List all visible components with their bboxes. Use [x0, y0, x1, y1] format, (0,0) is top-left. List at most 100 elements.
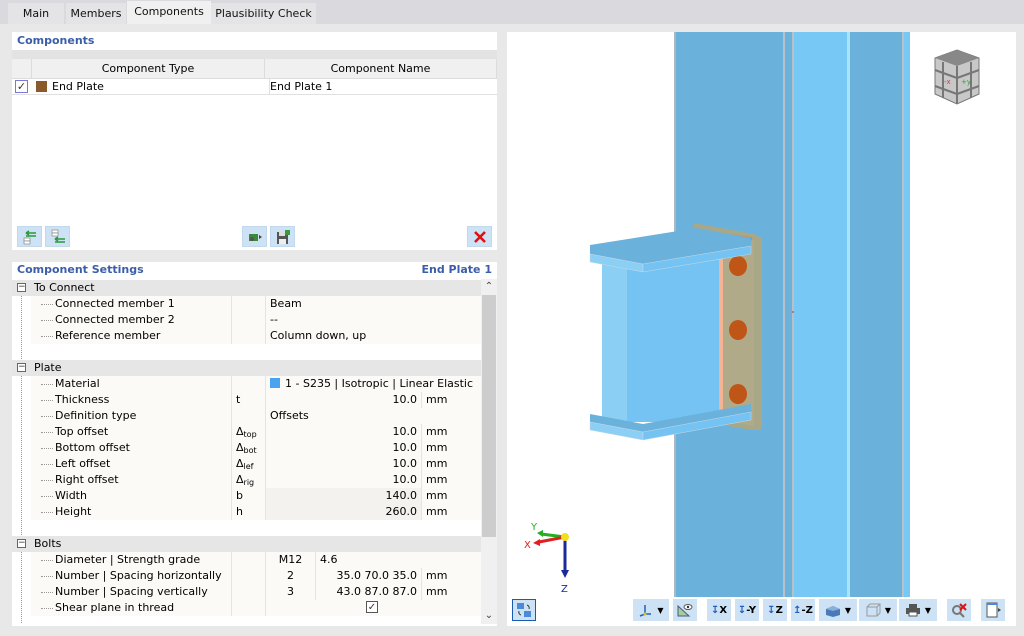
property-value[interactable]: Column down, up: [265, 328, 481, 344]
print-button[interactable]: ▼: [899, 599, 937, 621]
property-definition-type[interactable]: Definition type Offsets: [31, 408, 481, 424]
property-value[interactable]: 10.0: [265, 424, 418, 440]
tab-main[interactable]: Main: [8, 3, 64, 24]
component-name[interactable]: End Plate 1: [269, 79, 332, 95]
axis-display-button[interactable]: ▼: [633, 599, 669, 621]
collapse-icon[interactable]: −: [17, 363, 26, 372]
save-component-button[interactable]: [270, 226, 295, 247]
property-thickness[interactable]: Thickness t 10.0 mm: [31, 392, 481, 408]
group-plate[interactable]: − Plate: [12, 360, 481, 376]
material-color-swatch: [270, 378, 280, 388]
insert-before-icon: [23, 229, 36, 244]
group-label: Plate: [34, 361, 62, 374]
axis-display-icon: [640, 605, 652, 617]
reset-view-icon: [952, 603, 967, 618]
3d-viewport[interactable]: -x +y Y X Z ▼ ↧ X ↧ -Y ↧ Z ↥ -Z ▼ ▼ ▼: [507, 32, 1016, 626]
property-height[interactable]: Height h 260.0 mm: [31, 504, 481, 520]
property-value[interactable]: Beam: [265, 296, 481, 312]
property-spacing-vertical[interactable]: Number | Spacing vertically 3 43.0 87.0 87…: [31, 584, 481, 616]
property-material[interactable]: Material 1 - S235 | Isotropic | Linear El…: [31, 376, 481, 392]
view-minus-y-button[interactable]: ↧ -Y: [735, 599, 759, 621]
scroll-up-icon[interactable]: ⌃: [481, 279, 497, 295]
property-value[interactable]: 10.0: [265, 456, 418, 472]
property-value[interactable]: 10.0: [265, 440, 418, 456]
property-value[interactable]: --: [265, 312, 481, 328]
insert-after-button[interactable]: [45, 226, 70, 247]
reset-view-button[interactable]: [947, 599, 971, 621]
component-type: End Plate: [52, 80, 104, 93]
view-settings-button[interactable]: [673, 599, 697, 621]
settings-scrollbar[interactable]: ⌃ ⌄: [481, 279, 497, 624]
tab-members[interactable]: Members: [66, 3, 126, 24]
property-value[interactable]: Offsets: [265, 408, 481, 424]
group-label: To Connect: [34, 281, 95, 294]
transparency-button[interactable]: ▼: [859, 599, 897, 621]
x-axis-label: X: [524, 540, 531, 551]
bolt-count-vertical[interactable]: 3: [265, 584, 315, 600]
property-diameter-grade[interactable]: Diameter | Strength grade M12 4.6: [31, 552, 481, 568]
row-checkbox[interactable]: ✓: [15, 80, 28, 93]
bolt-strength-grade[interactable]: 4.6: [315, 552, 481, 568]
collapse-icon[interactable]: −: [17, 539, 26, 548]
settings-current-component: End Plate 1: [421, 263, 492, 276]
bolt: [729, 256, 747, 276]
property-right-offset[interactable]: Right offset Δrig 10.0 mm: [31, 472, 481, 488]
panel-toggle-button[interactable]: [981, 599, 1005, 621]
property-bottom-offset[interactable]: Bottom offset Δbot 10.0 mm: [31, 440, 481, 456]
column-header-name[interactable]: Component Name: [265, 59, 497, 79]
render-mode-button[interactable]: ▼: [819, 599, 857, 621]
bolt-diameter[interactable]: M12: [265, 552, 315, 568]
delete-component-button[interactable]: [467, 226, 492, 247]
tab-components[interactable]: Components: [127, 1, 211, 24]
view-sync-icon: [517, 603, 531, 617]
property-top-offset[interactable]: Top offset Δtop 10.0 mm: [31, 424, 481, 440]
property-value: 140.0: [385, 489, 418, 502]
component-color-swatch: [36, 81, 47, 92]
dropdown-arrow-icon: ▼: [844, 605, 852, 615]
view-minus-z-button[interactable]: ↥ -Z: [791, 599, 815, 621]
insert-before-button[interactable]: [17, 226, 42, 247]
settings-tree: − To Connect Connected member 1 Beam Conn…: [12, 279, 481, 624]
property-value[interactable]: 10.0: [265, 472, 418, 488]
property-shear-plane-thread[interactable]: Shear plane in thread ✓: [31, 600, 481, 616]
scrollbar-thumb[interactable]: [482, 295, 496, 537]
insert-after-icon: [51, 229, 65, 243]
dropdown-arrow-icon: ▼: [657, 605, 664, 615]
render-mode-icon: [825, 606, 840, 617]
property-reference-member[interactable]: Reference member Column down, up: [31, 328, 481, 344]
svg-text:-x: -x: [944, 78, 951, 86]
components-title: Components: [17, 34, 95, 47]
view-z-button[interactable]: ↧ Z: [763, 599, 787, 621]
bolt-spacing-horizontal[interactable]: 35.0 70.0 35.0: [315, 568, 417, 584]
bolt: [729, 384, 747, 404]
property-value[interactable]: 10.0: [265, 392, 418, 408]
property-left-offset[interactable]: Left offset Δlef 10.0 mm: [31, 456, 481, 472]
view-sync-button[interactable]: [512, 599, 536, 621]
collapse-icon[interactable]: −: [17, 283, 26, 292]
transparency-icon: [866, 603, 881, 617]
property-value[interactable]: 1 - S235 | Isotropic | Linear Elastic: [285, 377, 473, 390]
bolt-count-horizontal[interactable]: 2: [265, 568, 315, 584]
grid-group-header: [12, 50, 497, 59]
group-bolts[interactable]: − Bolts: [12, 536, 481, 552]
scroll-down-icon[interactable]: ⌄: [481, 608, 497, 624]
tab-plausibility-check[interactable]: Plausibility Check: [211, 3, 316, 24]
view-z-icon: ↧: [767, 604, 776, 616]
export-component-button[interactable]: [242, 226, 267, 247]
property-value: 260.0: [385, 505, 418, 518]
bolt: [729, 320, 747, 340]
settings-title: Component Settings: [17, 263, 144, 276]
view-x-button[interactable]: ↧ X: [707, 599, 731, 621]
property-connected-member-2[interactable]: Connected member 2 --: [31, 312, 481, 328]
property-connected-member-1[interactable]: Connected member 1 Beam: [31, 296, 481, 312]
column-flange: [794, 32, 850, 597]
svg-text:+y: +y: [961, 78, 971, 86]
shear-plane-checkbox[interactable]: ✓: [366, 601, 378, 613]
column-header-type[interactable]: Component Type: [32, 59, 265, 79]
property-width[interactable]: Width b 140.0 mm: [31, 488, 481, 504]
view-cube[interactable]: -x +y: [927, 44, 987, 114]
save-icon: [276, 229, 290, 244]
property-spacing-horizontal[interactable]: Number | Spacing horizontally 2 35.0 70.0 …: [31, 568, 481, 584]
group-to-connect[interactable]: − To Connect: [12, 280, 481, 296]
table-row[interactable]: ✓ End Plate End Plate 1: [12, 79, 497, 95]
